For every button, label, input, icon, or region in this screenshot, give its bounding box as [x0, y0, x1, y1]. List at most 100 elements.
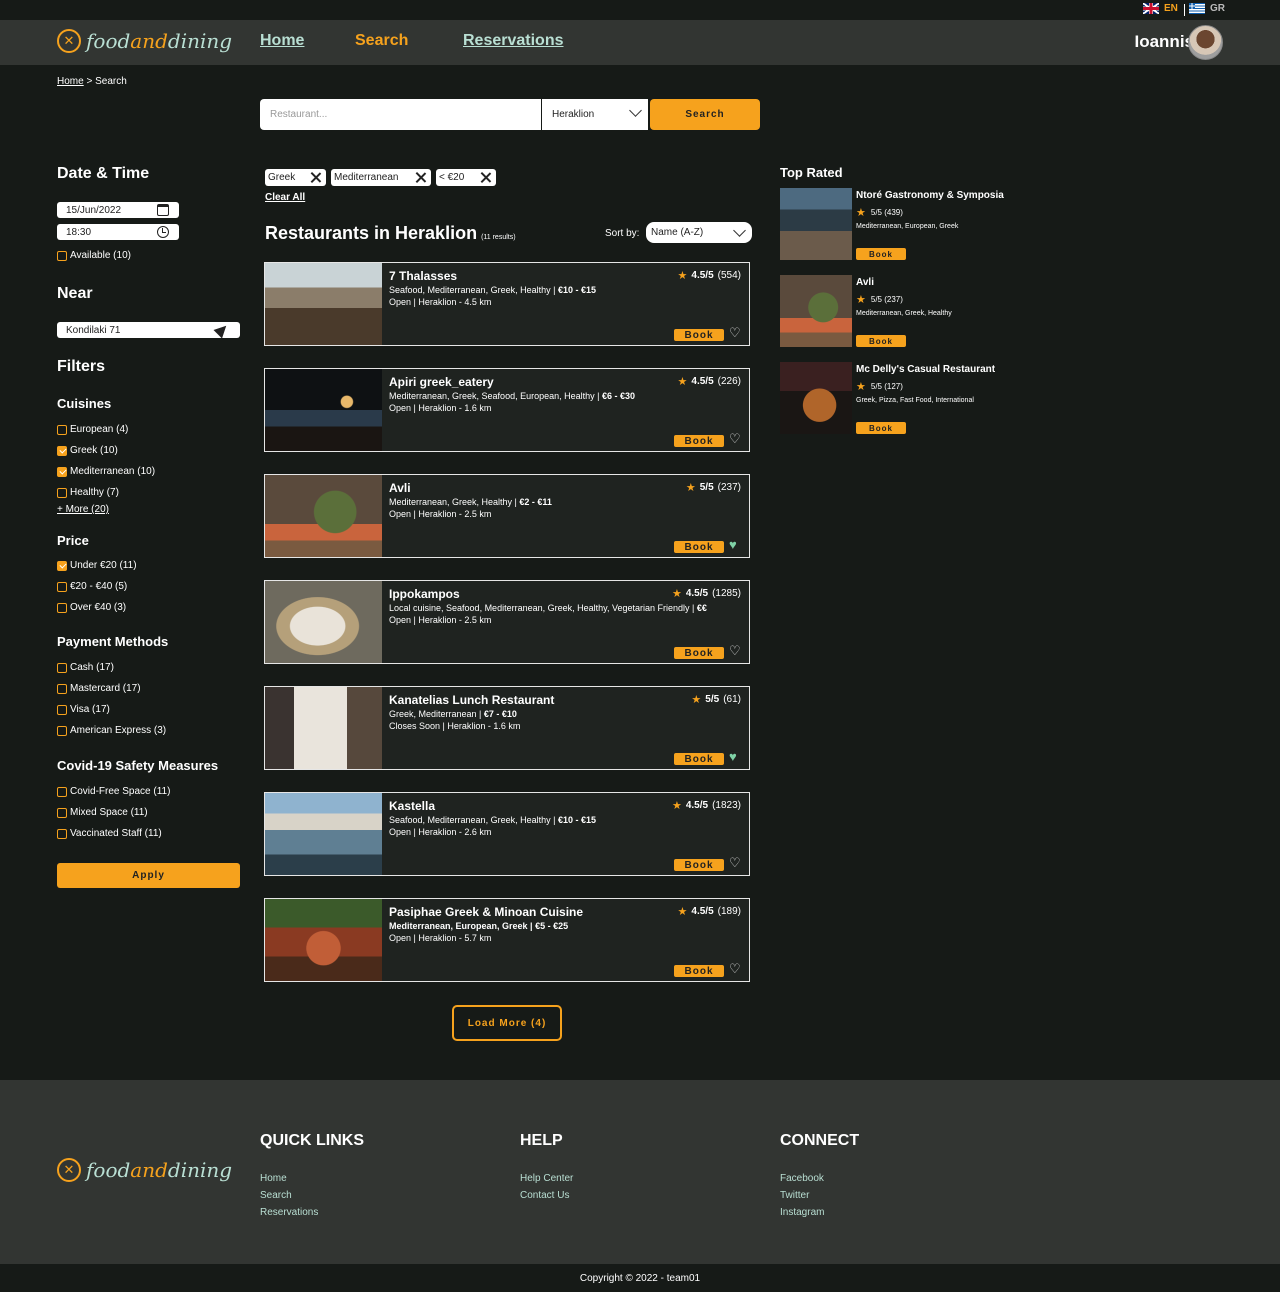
time-input[interactable]: 18:30 [57, 224, 179, 240]
cuisine-mediterranean[interactable]: Mediterranean (10) [57, 466, 155, 477]
restaurant-name[interactable]: Ippokampos [389, 587, 460, 601]
load-more-button[interactable]: Load More (4) [452, 1005, 562, 1041]
sort-select[interactable]: Name (A-Z) [646, 222, 752, 243]
nav-search[interactable]: Search [355, 32, 408, 50]
close-icon[interactable] [311, 172, 321, 182]
search-button[interactable]: Search [650, 99, 760, 130]
checkbox[interactable] [57, 807, 67, 818]
restaurant-card[interactable]: Kastella Seafood, Mediterranean, Greek, … [264, 792, 750, 876]
checkbox-checked[interactable] [57, 560, 67, 571]
payment-visa[interactable]: Visa (17) [57, 704, 110, 715]
close-icon[interactable] [416, 172, 426, 182]
top-rated-name[interactable]: Ntoré Gastronomy & Symposia [856, 190, 1004, 201]
price-over-40[interactable]: Over €40 (3) [57, 602, 126, 613]
apply-filters-button[interactable]: Apply [57, 863, 240, 888]
checkbox-checked[interactable] [57, 445, 67, 456]
restaurant-name[interactable]: Avli [389, 481, 411, 495]
restaurant-card[interactable]: Pasiphae Greek & Minoan Cuisine Mediterr… [264, 898, 750, 982]
restaurant-card[interactable]: Kanatelias Lunch Restaurant Greek, Medit… [264, 686, 750, 770]
clear-all-link[interactable]: Clear All [265, 192, 305, 203]
checkbox-checked[interactable] [57, 466, 67, 477]
restaurant-photo[interactable] [265, 581, 382, 663]
more-cuisines-link[interactable]: + More (20) [57, 504, 109, 515]
checkbox[interactable] [57, 662, 67, 673]
payment-mastercard[interactable]: Mastercard (17) [57, 683, 141, 694]
date-input[interactable]: 15/Jun/2022 [57, 202, 179, 218]
top-rated-item[interactable]: Avli ★ 5/5 (237) Mediterranean, Greek, He… [780, 275, 1040, 347]
footer-link-search[interactable]: Search [260, 1190, 292, 1201]
book-button[interactable]: Book [674, 541, 724, 553]
restaurant-card[interactable]: Apiri greek_eatery Mediterranean, Greek,… [264, 368, 750, 452]
covid-free-space[interactable]: Covid-Free Space (11) [57, 786, 170, 797]
checkbox[interactable] [57, 786, 67, 797]
restaurant-photo[interactable] [265, 899, 382, 981]
heart-icon[interactable]: ♡ [729, 326, 741, 339]
restaurant-photo[interactable] [265, 475, 382, 557]
restaurant-photo[interactable] [780, 275, 852, 347]
book-button[interactable]: Book [856, 248, 906, 260]
near-location-input[interactable]: Kondilaki 71 [57, 321, 240, 339]
close-icon[interactable] [481, 172, 491, 182]
checkbox[interactable] [57, 602, 67, 613]
checkbox[interactable] [57, 487, 67, 498]
restaurant-name[interactable]: Kanatelias Lunch Restaurant [389, 693, 554, 707]
available-checkbox[interactable]: Available (10) [57, 250, 131, 261]
payment-cash[interactable]: Cash (17) [57, 662, 114, 673]
footer-link-twitter[interactable]: Twitter [780, 1190, 809, 1201]
cuisine-healthy[interactable]: Healthy (7) [57, 487, 119, 498]
restaurant-name[interactable]: 7 Thalasses [389, 269, 457, 283]
restaurant-card[interactable]: 7 Thalasses Seafood, Mediterranean, Gree… [264, 262, 750, 346]
checkbox[interactable] [57, 581, 67, 592]
checkbox[interactable] [57, 704, 67, 715]
checkbox[interactable] [57, 250, 67, 261]
footer-link-home[interactable]: Home [260, 1173, 287, 1184]
top-rated-item[interactable]: Mc Delly's Casual Restaurant ★ 5/5 (127) … [780, 362, 1040, 434]
heart-filled-icon[interactable]: ♥ [729, 538, 737, 551]
restaurant-photo[interactable] [265, 687, 382, 769]
restaurant-card[interactable]: Ippokampos Local cuisine, Seafood, Medit… [264, 580, 750, 664]
lang-en[interactable]: EN [1143, 3, 1178, 14]
checkbox[interactable] [57, 725, 67, 736]
covid-vaccinated-staff[interactable]: Vaccinated Staff (11) [57, 828, 162, 839]
book-button[interactable]: Book [674, 435, 724, 447]
heart-icon[interactable]: ♡ [729, 644, 741, 657]
cuisine-european[interactable]: European (4) [57, 424, 128, 435]
user-name[interactable]: Ioannis [1134, 32, 1194, 52]
nav-home[interactable]: Home [260, 32, 304, 50]
top-rated-item[interactable]: Ntoré Gastronomy & Symposia ★ 5/5 (439) M… [780, 188, 1040, 260]
checkbox[interactable] [57, 424, 67, 435]
restaurant-name[interactable]: Pasiphae Greek & Minoan Cuisine [389, 905, 583, 919]
restaurant-photo[interactable] [265, 793, 382, 875]
price-under-20[interactable]: Under €20 (11) [57, 560, 137, 571]
heart-icon[interactable]: ♡ [729, 962, 741, 975]
book-button[interactable]: Book [674, 859, 724, 871]
footer-link-contact[interactable]: Contact Us [520, 1190, 569, 1201]
avatar[interactable] [1188, 25, 1223, 60]
book-button[interactable]: Book [856, 335, 906, 347]
restaurant-photo[interactable] [265, 263, 382, 345]
restaurant-card[interactable]: Avli Mediterranean, Greek, Healthy | €2 … [264, 474, 750, 558]
restaurant-photo[interactable] [780, 188, 852, 260]
calendar-icon[interactable] [157, 204, 169, 216]
restaurant-photo[interactable] [780, 362, 852, 434]
city-select[interactable]: Heraklion [542, 99, 648, 130]
top-rated-name[interactable]: Mc Delly's Casual Restaurant [856, 364, 995, 375]
book-button[interactable]: Book [674, 647, 724, 659]
footer-logo[interactable]: ✕ foodanddining [57, 1158, 232, 1182]
heart-icon[interactable]: ♡ [729, 856, 741, 869]
footer-link-help-center[interactable]: Help Center [520, 1173, 573, 1184]
heart-filled-icon[interactable]: ♥ [729, 750, 737, 763]
breadcrumb-home[interactable]: Home [57, 76, 84, 87]
restaurant-name[interactable]: Apiri greek_eatery [389, 375, 494, 389]
lang-gr[interactable]: GR [1189, 3, 1225, 14]
top-rated-name[interactable]: Avli [856, 277, 874, 288]
checkbox[interactable] [57, 828, 67, 839]
covid-mixed-space[interactable]: Mixed Space (11) [57, 807, 148, 818]
book-button[interactable]: Book [856, 422, 906, 434]
book-button[interactable]: Book [674, 753, 724, 765]
checkbox[interactable] [57, 683, 67, 694]
footer-link-instagram[interactable]: Instagram [780, 1207, 824, 1218]
restaurant-search-input[interactable]: Restaurant... [260, 99, 541, 130]
footer-link-reservations[interactable]: Reservations [260, 1207, 318, 1218]
restaurant-name[interactable]: Kastella [389, 799, 435, 813]
